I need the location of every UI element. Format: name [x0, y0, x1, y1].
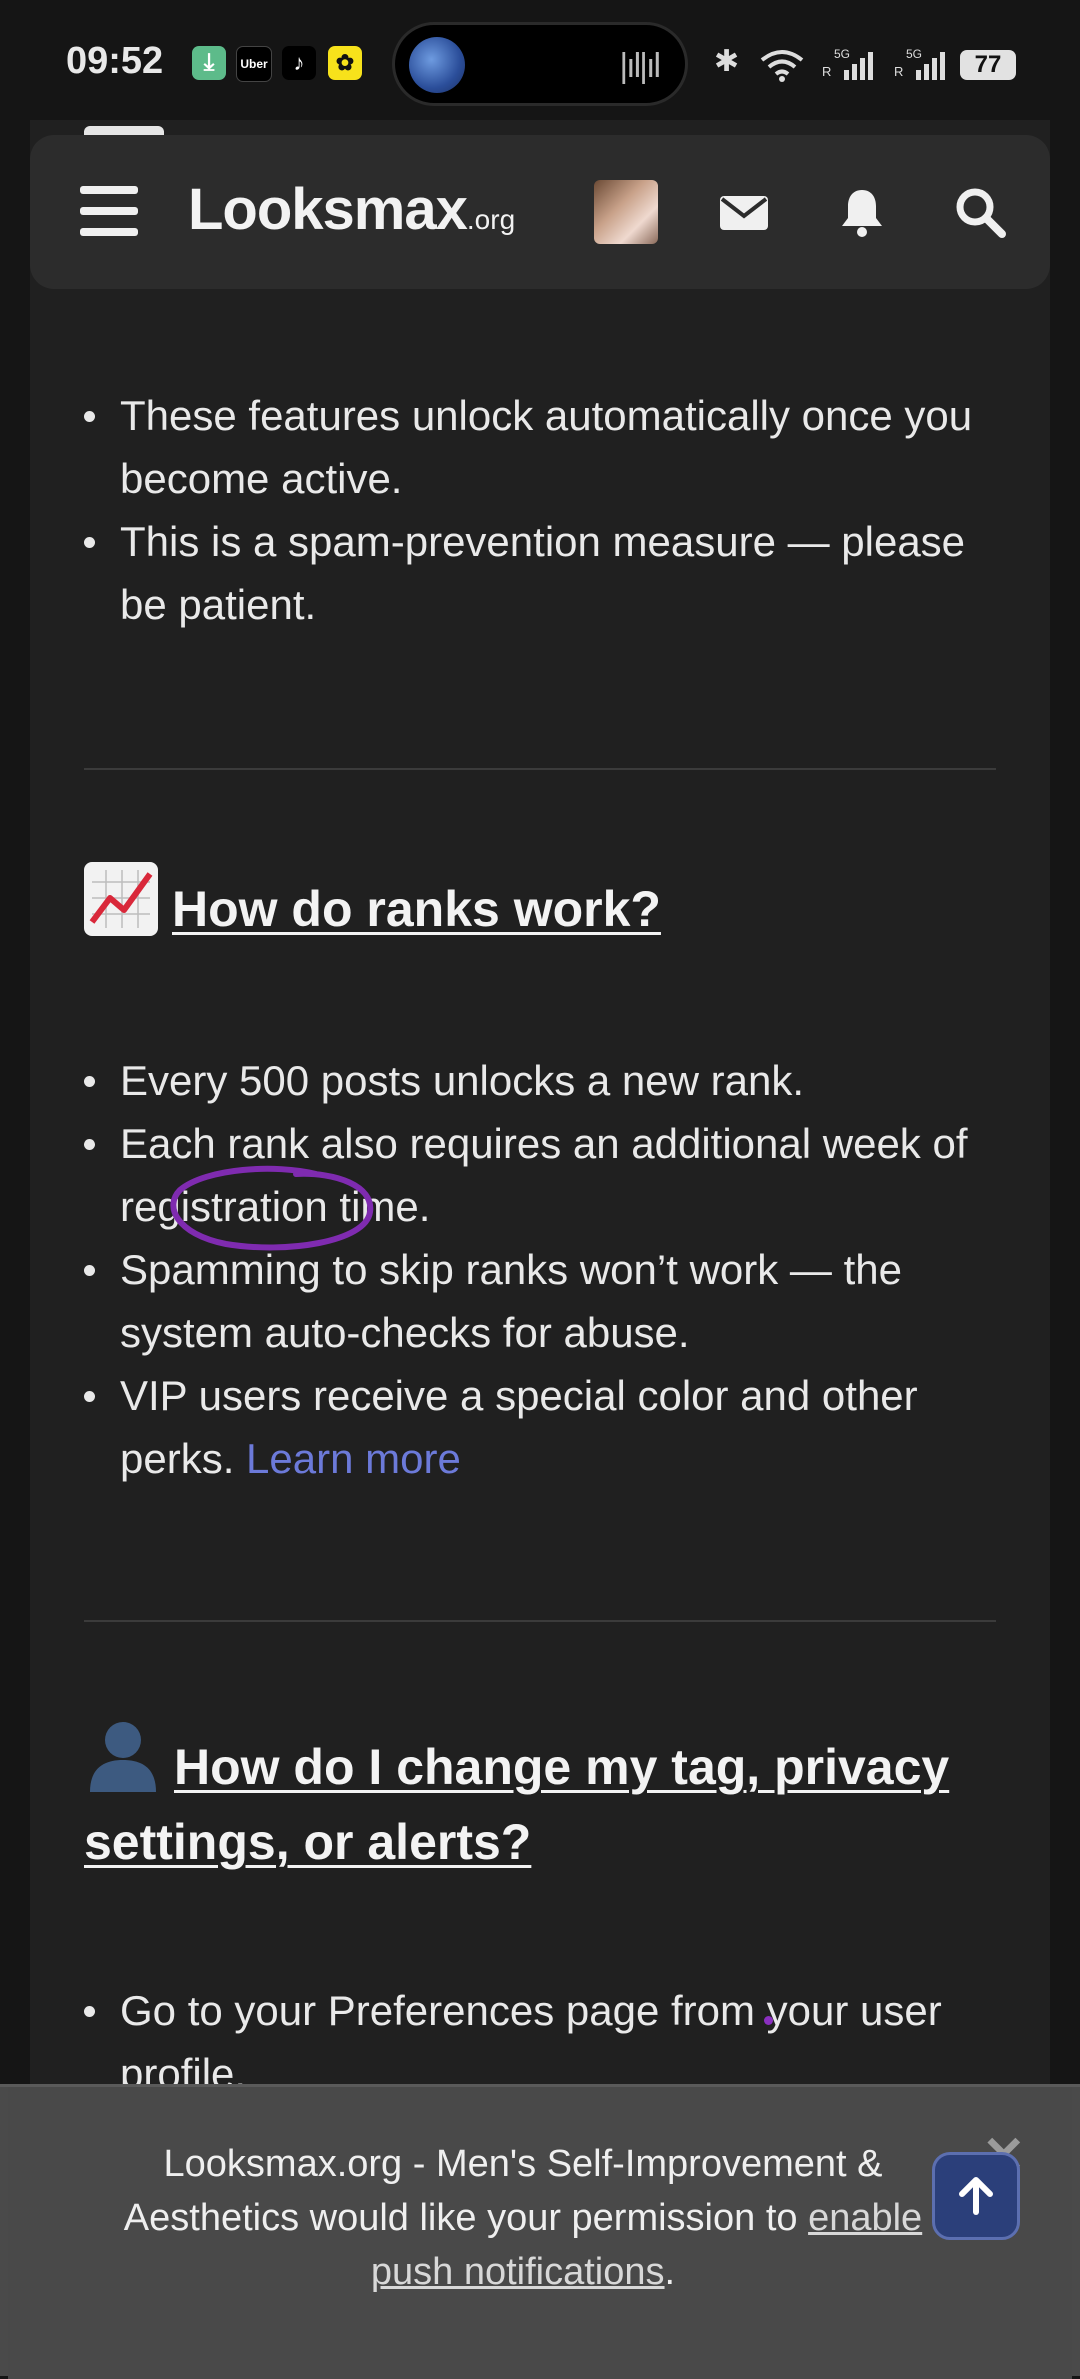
intro-bullets: These features unlock automatically once…: [84, 384, 996, 636]
list-item-text: VIP users receive a special color and ot…: [120, 1372, 918, 1482]
logo-text: Looksmax: [188, 177, 468, 242]
list-item: Each rank also requires an additional we…: [0, 1112, 996, 1238]
battery-indicator: 77: [960, 50, 1016, 80]
ranks-heading[interactable]: How do ranks work?: [84, 862, 1004, 947]
tags-heading[interactable]: How do I change my tag, privacy settings…: [84, 1718, 1004, 1880]
svg-text:5G: 5G: [906, 47, 922, 61]
divider: [84, 768, 996, 770]
site-logo[interactable]: Looksmax.org: [188, 176, 515, 243]
push-notification-text: Looksmax.org - Men's Self-Improvement & …: [98, 2137, 948, 2299]
divider: [84, 1620, 996, 1622]
ranks-bullets: Every 500 posts unlocks a new rank. Each…: [84, 1049, 996, 1490]
list-item: This is a spam-prevention measure — plea…: [0, 510, 996, 636]
annotation-circle: [170, 1165, 374, 1251]
bell-icon[interactable]: [834, 184, 890, 240]
svg-text:5G: 5G: [834, 47, 850, 61]
list-item: Every 500 posts unlocks a new rank.: [0, 1049, 996, 1112]
media-artwork-icon: [409, 37, 465, 93]
logo-suffix: .org: [466, 204, 516, 235]
search-icon[interactable]: [952, 184, 1008, 240]
menu-icon[interactable]: [80, 186, 138, 236]
bluetooth-icon: ✱: [714, 45, 740, 78]
scroll-to-top-button[interactable]: [932, 2152, 1020, 2240]
list-item: Spamming to skip ranks won’t work — the …: [0, 1238, 996, 1364]
audio-wave-icon: |ıl|ıl: [619, 47, 661, 85]
arrow-up-icon: [959, 2177, 993, 2215]
push-notification-panel: Looksmax.org - Men's Self-Improvement & …: [8, 2087, 1072, 2379]
push-notification-banner: Looksmax.org - Men's Self-Improvement & …: [0, 2084, 1080, 2379]
person-silhouette-icon: [84, 1718, 162, 1792]
signal-icon: R 5G: [822, 47, 873, 80]
svg-text:R: R: [822, 64, 831, 79]
push-notification-message: Looksmax.org - Men's Self-Improvement & …: [123, 2143, 883, 2239]
chart-increasing-icon: [84, 862, 158, 936]
list-item: VIP users receive a special color and ot…: [0, 1364, 996, 1490]
snapchat-icon: ✿: [328, 46, 362, 80]
svg-text:R: R: [894, 64, 903, 79]
dynamic-island: |ıl|ıl: [392, 22, 688, 106]
tags-heading-text: How do I change my tag, privacy settings…: [84, 1739, 950, 1870]
list-item: These features unlock automatically once…: [0, 384, 996, 510]
tiktok-icon: ♪: [282, 46, 316, 80]
learn-more-link[interactable]: Learn more: [246, 1435, 461, 1482]
ranks-heading-text: How do ranks work?: [172, 881, 661, 937]
wifi-icon: [760, 50, 804, 82]
download-icon: ⤓: [192, 46, 226, 80]
signal-icon: R 5G: [894, 47, 945, 80]
user-avatar[interactable]: [594, 180, 658, 244]
site-header: [30, 135, 1050, 289]
push-notification-period: .: [664, 2251, 676, 2293]
status-bar: 09:52 ⤓ Uber ♪ ✿ |ıl|ıl ✱ R 5G R 5G 77: [0, 0, 1080, 120]
annotation-dot: [764, 2016, 773, 2025]
status-time: 09:52: [66, 40, 164, 82]
uber-icon: Uber: [236, 46, 272, 82]
mail-icon[interactable]: [716, 184, 772, 240]
